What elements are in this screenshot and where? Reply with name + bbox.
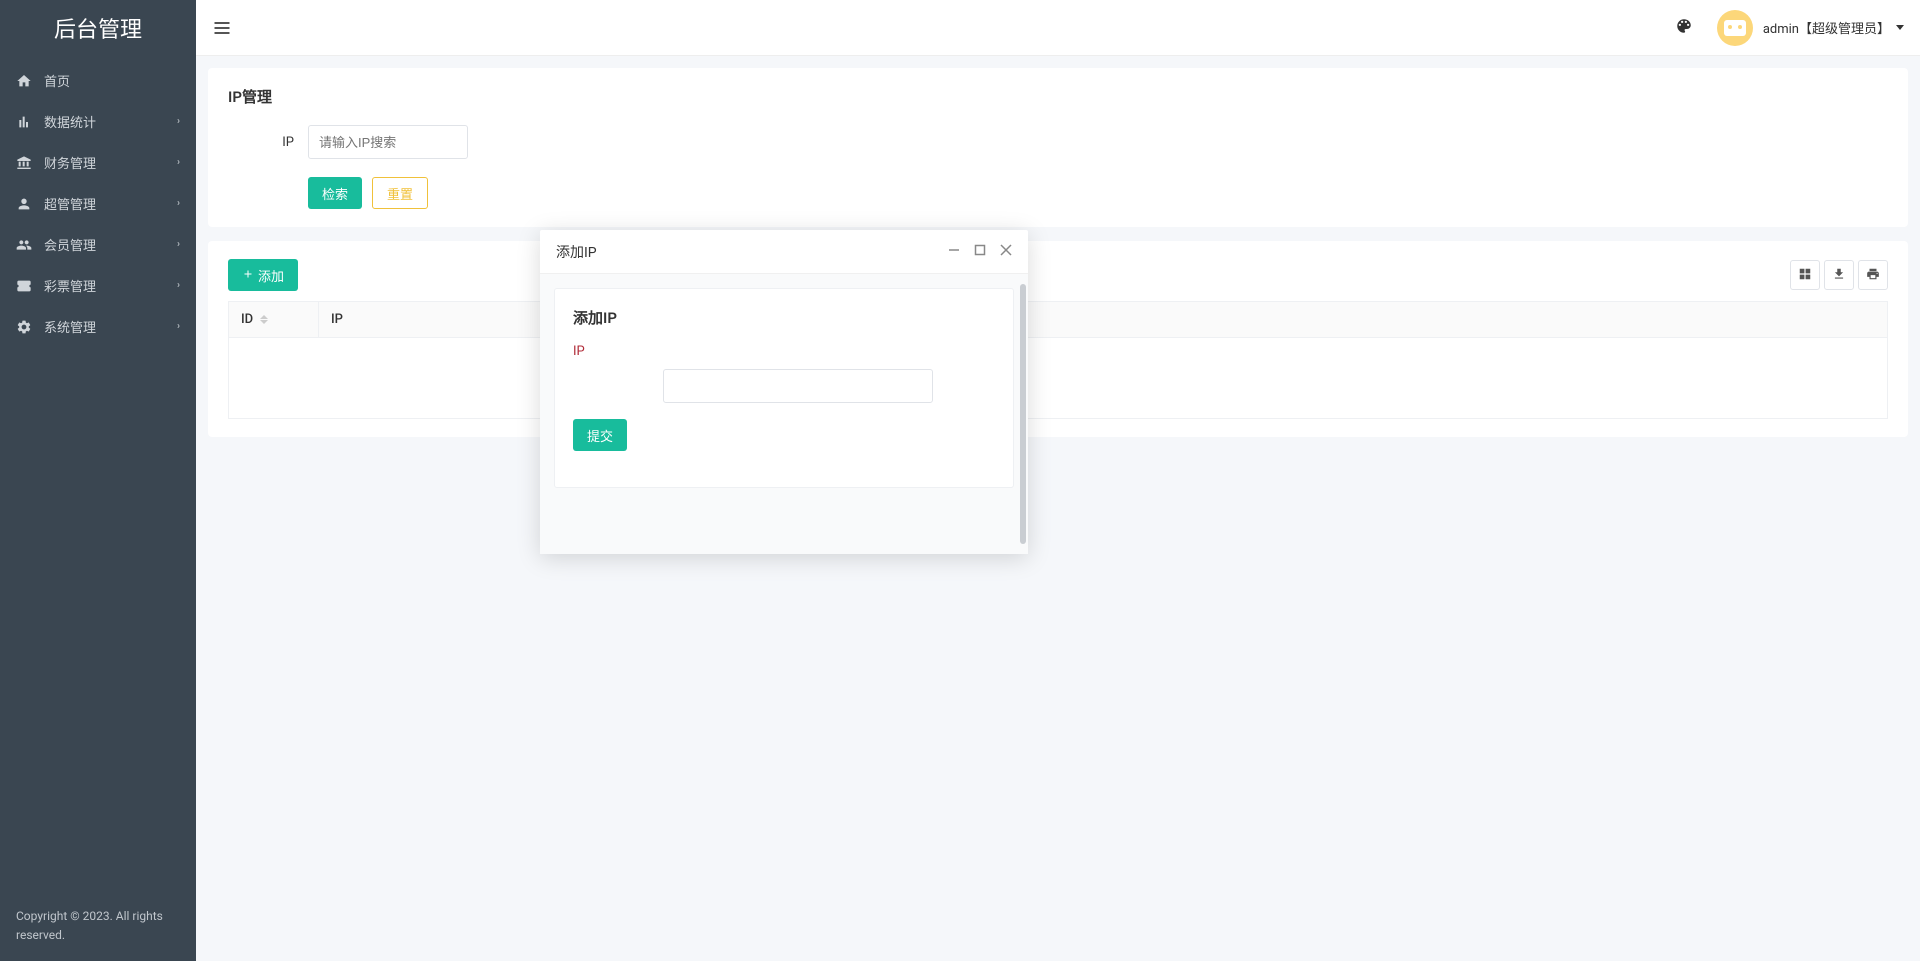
add-button-label: 添加 [258,266,284,285]
user-dropdown[interactable]: admin【超级管理员】 [1717,10,1904,46]
gear-icon [16,319,32,335]
nav-label: 超管管理 [44,194,177,213]
close-icon [1000,244,1012,260]
minimize-icon [948,244,960,260]
table-row-empty [229,338,1888,419]
group-icon [16,237,32,253]
nav-label: 系统管理 [44,317,177,336]
nav-label: 首页 [44,71,180,90]
plus-icon [242,268,254,283]
bank-icon [16,155,32,171]
add-button[interactable]: 添加 [228,259,298,291]
reset-button[interactable]: 重置 [372,177,428,209]
chevron-right-icon: › [177,321,180,332]
search-card: IP管理 IP 检索 重置 [208,68,1908,227]
modal-title: 添加IP [556,242,948,262]
modal-body: 添加IP IP 提交 [540,274,1028,554]
modal-card-title: 添加IP [573,307,995,328]
content: IP管理 IP 检索 重置 添加 [196,56,1920,961]
main: admin【超级管理员】 IP管理 IP 检索 重置 [196,0,1920,961]
modal-maximize-button[interactable] [974,244,986,260]
nav-label: 会员管理 [44,235,177,254]
sidebar: 后台管理 首页 数据统计 › 财务管理 › [0,0,196,961]
nav-item-home[interactable]: 首页 [0,60,196,101]
sort-icon [260,315,268,324]
modal-form-label: IP [573,344,995,359]
maximize-icon [974,244,986,260]
palette-icon [1675,17,1693,39]
header: admin【超级管理员】 [196,0,1920,56]
nav-item-admin[interactable]: 超管管理 › [0,183,196,224]
print-icon [1866,267,1880,284]
modal-close-button[interactable] [1000,244,1012,260]
home-icon [16,73,32,89]
nav-item-lottery[interactable]: 彩票管理 › [0,265,196,306]
columns-button[interactable] [1790,260,1820,290]
search-button[interactable]: 检索 [308,177,362,209]
table-card: 添加 [208,241,1908,437]
button-row: 检索 重置 [228,177,1888,209]
nav-item-finance[interactable]: 财务管理 › [0,142,196,183]
user-name: admin【超级管理员】 [1763,18,1890,37]
chevron-right-icon: › [177,239,180,250]
modal-header[interactable]: 添加IP [540,230,1028,274]
sidebar-footer: Copyright © 2023. All rights reserved. [0,891,196,961]
caret-down-icon [1896,25,1904,30]
export-icon [1832,267,1846,284]
page-title: IP管理 [228,86,1888,107]
search-input[interactable] [308,125,468,159]
chevron-right-icon: › [177,116,180,127]
search-label: IP [228,135,308,150]
chevron-right-icon: › [177,157,180,168]
chevron-right-icon: › [177,280,180,291]
chevron-right-icon: › [177,198,180,209]
nav-label: 彩票管理 [44,276,177,295]
person-icon [16,196,32,212]
bar-chart-icon [16,114,32,130]
scrollbar-thumb[interactable] [1020,284,1026,544]
modal-submit-button[interactable]: 提交 [573,419,627,451]
nav-label: 数据统计 [44,112,177,131]
nav-label: 财务管理 [44,153,177,172]
nav-item-system[interactable]: 系统管理 › [0,306,196,347]
avatar [1717,10,1753,46]
ticket-icon [16,278,32,294]
modal-ip-input[interactable] [663,369,933,403]
nav-item-stats[interactable]: 数据统计 › [0,101,196,142]
search-row: IP [228,125,1888,159]
table-header-id[interactable]: ID [229,302,319,338]
print-button[interactable] [1858,260,1888,290]
columns-icon [1798,267,1812,284]
export-button[interactable] [1824,260,1854,290]
sidebar-logo: 后台管理 [0,0,196,56]
theme-button[interactable] [1675,17,1693,39]
data-table: ID IP [228,301,1888,419]
nav-item-members[interactable]: 会员管理 › [0,224,196,265]
sidebar-nav: 首页 数据统计 › 财务管理 › 超管管理 › [0,56,196,891]
modal-card: 添加IP IP 提交 [554,288,1014,488]
table-toolbar: 添加 [228,259,1888,291]
modal-minimize-button[interactable] [948,244,960,260]
sidebar-toggle[interactable] [212,18,232,38]
add-ip-modal: 添加IP 添加IP IP [540,230,1028,554]
